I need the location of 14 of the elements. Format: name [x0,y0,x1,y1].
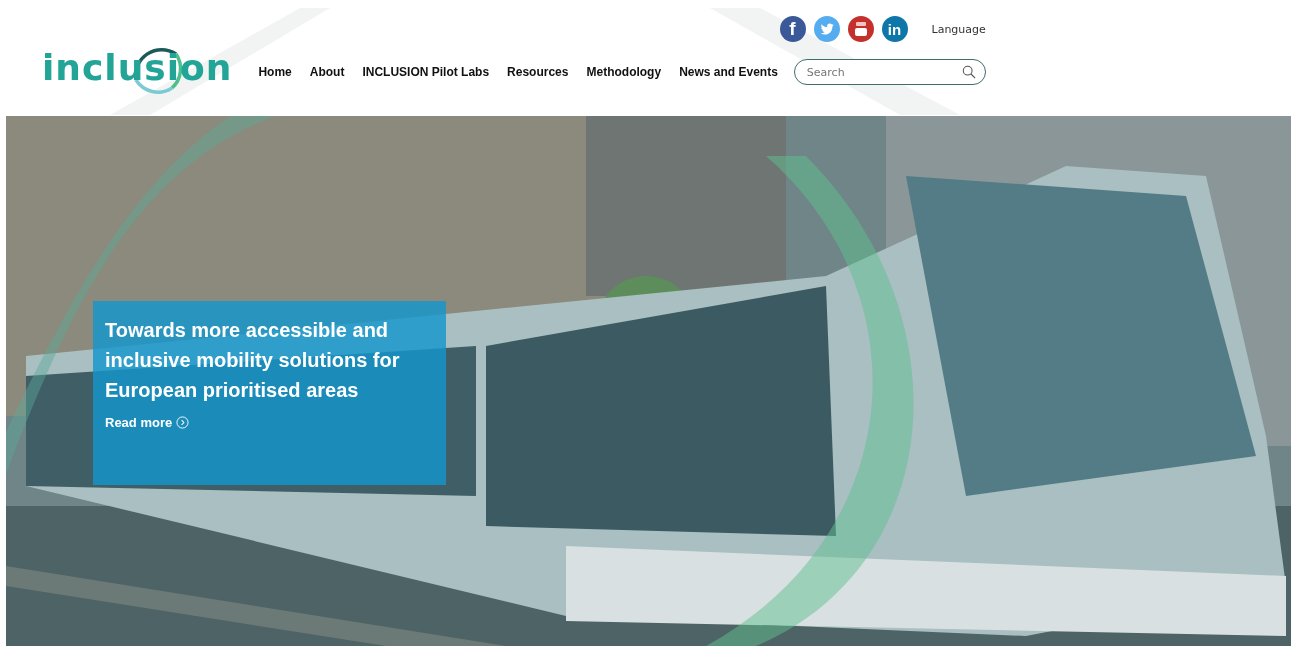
search-icon[interactable] [961,65,976,79]
nav-link[interactable]: Resources [507,65,569,79]
video-icon[interactable] [847,16,874,42]
nav-link[interactable]: News and Events [679,65,778,79]
linkedin-icon[interactable]: in [881,16,908,42]
hero-headline: Towards more accessible and inclusive mobility solutions for European prioritised areas [105,318,401,403]
nav-link[interactable]: About [309,65,345,79]
language-link[interactable]: Language [931,22,986,36]
chevron-circle-icon [176,416,190,429]
nav-link[interactable]: Methodology [586,65,662,79]
search-field[interactable]: Search [793,59,986,85]
nav-link[interactable]: INCLUSION Pilot Labs [362,65,490,79]
nav-link[interactable]: Home [258,65,292,79]
read-more-link[interactable]: Read more [105,415,190,430]
